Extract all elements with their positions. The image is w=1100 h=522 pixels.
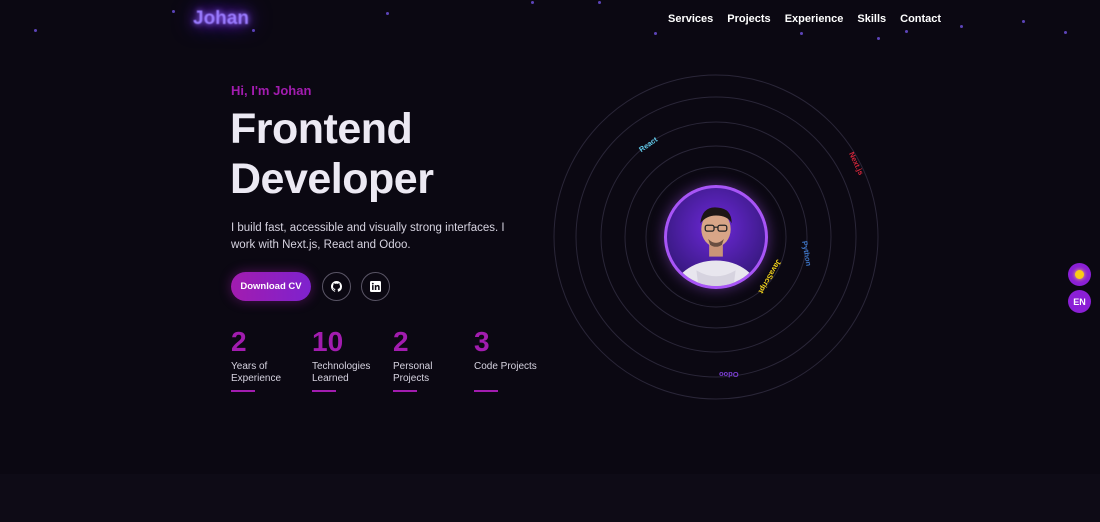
stat-label: Technologies Learned bbox=[312, 361, 371, 384]
github-button[interactable] bbox=[322, 272, 351, 301]
main-nav: Services Projects Experience Skills Cont… bbox=[668, 13, 941, 25]
tech-label-nextjs: Next.js bbox=[847, 150, 866, 177]
stat-value: 2 bbox=[231, 326, 247, 357]
linkedin-button[interactable] bbox=[361, 272, 390, 301]
orbit-rings bbox=[553, 74, 879, 400]
sun-icon bbox=[1075, 270, 1084, 279]
tech-label-python: Python bbox=[800, 240, 814, 267]
linkedin-icon bbox=[370, 281, 381, 292]
stat-underline bbox=[231, 390, 255, 392]
stat-value: 2 bbox=[393, 326, 409, 357]
site-logo[interactable]: Johan bbox=[193, 8, 249, 30]
hero-title-line2: Developer bbox=[230, 155, 434, 203]
profile-illustration bbox=[674, 207, 758, 286]
stat-value: 10 bbox=[312, 326, 344, 357]
nav-link-contact[interactable]: Contact bbox=[900, 13, 941, 25]
stat-code-projects: 3 Code Projects bbox=[474, 326, 544, 392]
tech-label-react: React bbox=[637, 134, 660, 155]
hero-title: Frontend Developer bbox=[230, 104, 550, 204]
nav-link-skills[interactable]: Skills bbox=[857, 13, 886, 25]
stat-value: 3 bbox=[474, 326, 490, 357]
section-divider-band bbox=[0, 474, 1100, 522]
stat-years: 2 Years of Experience bbox=[231, 326, 301, 392]
stat-technologies: 10 Technologies Learned bbox=[312, 326, 382, 392]
nav-link-experience[interactable]: Experience bbox=[785, 13, 844, 25]
download-cv-button[interactable]: Download CV bbox=[231, 272, 311, 301]
hero-description: I build fast, accessible and visually st… bbox=[231, 222, 505, 251]
stat-underline bbox=[393, 390, 417, 392]
stat-underline bbox=[474, 390, 498, 392]
hero-title-line1: Frontend bbox=[230, 105, 413, 153]
stat-label: Years of Experience bbox=[231, 361, 282, 384]
language-toggle-button[interactable]: EN bbox=[1068, 290, 1091, 313]
profile-avatar bbox=[664, 185, 768, 289]
stat-label: Personal Projects bbox=[393, 361, 433, 384]
theme-toggle-button[interactable] bbox=[1068, 263, 1091, 286]
stat-underline bbox=[312, 390, 336, 392]
github-icon bbox=[331, 281, 342, 292]
hero-greeting: Hi, I'm Johan bbox=[231, 83, 312, 98]
nav-link-projects[interactable]: Projects bbox=[727, 13, 770, 25]
stat-label: Code Projects bbox=[474, 361, 537, 372]
nav-link-services[interactable]: Services bbox=[668, 13, 713, 25]
tech-label-odoo: Odoo bbox=[719, 370, 739, 379]
stat-personal-projects: 2 Personal Projects bbox=[393, 326, 463, 392]
